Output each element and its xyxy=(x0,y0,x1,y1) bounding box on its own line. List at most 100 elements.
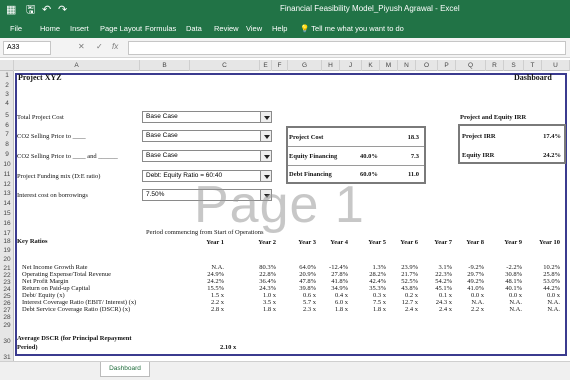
undo-icon[interactable]: ↶ xyxy=(42,3,51,17)
column-header[interactable]: Q xyxy=(456,60,486,71)
ratio-cell[interactable]: 24.3% xyxy=(242,285,276,292)
ratio-cell[interactable]: -9.2% xyxy=(450,264,484,271)
tab-insert[interactable]: Insert xyxy=(70,24,89,33)
ratio-cell[interactable]: 0.0 x xyxy=(488,292,522,299)
row-header[interactable]: 13 xyxy=(0,190,14,197)
column-header[interactable]: T xyxy=(524,60,542,71)
row-header[interactable]: 5 xyxy=(0,112,14,119)
co2-price-2-dropdown[interactable]: Base Case xyxy=(142,150,272,162)
ratio-cell[interactable]: 0.2 x xyxy=(384,292,418,299)
select-all-corner[interactable] xyxy=(0,60,14,71)
ratio-cell[interactable]: 41.0% xyxy=(450,285,484,292)
ratio-cell[interactable]: 43.8% xyxy=(384,285,418,292)
ratio-cell[interactable]: 52.5% xyxy=(384,278,418,285)
ratio-cell[interactable]: 45.1% xyxy=(418,285,452,292)
ratio-cell[interactable]: 53.0% xyxy=(526,278,560,285)
ratio-cell[interactable]: 0.4 x xyxy=(314,292,348,299)
ratio-cell[interactable]: 1.0 x xyxy=(242,292,276,299)
ratio-cell[interactable]: 39.8% xyxy=(282,285,316,292)
chevron-down-icon[interactable] xyxy=(260,111,272,123)
ratio-cell[interactable]: 24.9% xyxy=(190,271,224,278)
tab-home[interactable]: Home xyxy=(40,24,60,33)
ratio-cell[interactable]: 1.3% xyxy=(352,264,386,271)
formula-input[interactable] xyxy=(128,41,566,55)
ratio-cell[interactable]: 7.5 x xyxy=(352,299,386,306)
row-header[interactable]: 19 xyxy=(0,247,14,254)
column-header[interactable]: R xyxy=(486,60,504,71)
row-header[interactable]: 7 xyxy=(0,131,14,138)
ratio-cell[interactable]: 24.3 x xyxy=(418,299,452,306)
ratio-cell[interactable]: 0.0 x xyxy=(526,292,560,299)
ratio-cell[interactable]: -12.4% xyxy=(314,264,348,271)
row-header[interactable]: 4 xyxy=(0,100,14,107)
column-header[interactable]: N xyxy=(398,60,416,71)
ratio-cell[interactable]: 42.4% xyxy=(352,278,386,285)
row-header[interactable]: 1 xyxy=(0,72,14,79)
co2-price-1-dropdown[interactable]: Base Case xyxy=(142,130,272,142)
ratio-cell[interactable]: 0.1 x xyxy=(418,292,452,299)
ratio-cell[interactable]: 47.8% xyxy=(282,278,316,285)
ratio-cell[interactable]: 80.3% xyxy=(242,264,276,271)
ratio-cell[interactable]: 48.1% xyxy=(488,278,522,285)
row-header[interactable]: 14 xyxy=(0,200,14,207)
row-header[interactable]: 11 xyxy=(0,171,14,178)
tab-file[interactable]: File xyxy=(10,24,22,33)
column-header[interactable]: S xyxy=(504,60,524,71)
tab-formulas[interactable]: Formulas xyxy=(145,24,176,33)
ratio-cell[interactable]: N.A. xyxy=(526,306,560,313)
ratio-cell[interactable]: 23.9% xyxy=(384,264,418,271)
row-header[interactable]: 2 xyxy=(0,82,14,89)
ratio-cell[interactable]: N.A. xyxy=(450,299,484,306)
ratio-cell[interactable]: 0.6 x xyxy=(282,292,316,299)
row-header[interactable]: 8 xyxy=(0,141,14,148)
ratio-cell[interactable]: 2.2 x xyxy=(450,306,484,313)
row-header[interactable]: 9 xyxy=(0,151,14,158)
ratio-cell[interactable]: 54.2% xyxy=(418,278,452,285)
column-header[interactable]: P xyxy=(438,60,456,71)
ratio-cell[interactable]: 15.5% xyxy=(190,285,224,292)
column-header[interactable]: B xyxy=(140,60,190,71)
save-icon[interactable]: 🖫 xyxy=(26,3,35,17)
ratio-cell[interactable]: 20.9% xyxy=(282,271,316,278)
column-header[interactable]: F xyxy=(272,60,288,71)
ratio-cell[interactable]: 12.7 x xyxy=(384,299,418,306)
chevron-down-icon[interactable] xyxy=(260,150,272,162)
ratio-cell[interactable]: 1.8 x xyxy=(314,306,348,313)
worksheet-grid[interactable]: Project XYZ Dashboard Total Project Cost… xyxy=(14,71,570,361)
ratio-cell[interactable]: 25.8% xyxy=(526,271,560,278)
tell-me-search[interactable]: 💡 Tell me what you want to do xyxy=(300,24,404,33)
ratio-cell[interactable]: 6.0 x xyxy=(314,299,348,306)
row-header[interactable]: 31 xyxy=(0,354,14,361)
row-header[interactable]: 15 xyxy=(0,210,14,217)
ratio-cell[interactable]: 41.8% xyxy=(314,278,348,285)
row-header[interactable]: 26 xyxy=(0,300,14,307)
column-header[interactable]: A xyxy=(14,60,140,71)
tab-help[interactable]: Help xyxy=(272,24,287,33)
ratio-cell[interactable]: 3.5 x xyxy=(242,299,276,306)
row-header[interactable]: 3 xyxy=(0,91,14,98)
row-header[interactable]: 24 xyxy=(0,286,14,293)
chevron-down-icon[interactable] xyxy=(260,130,272,142)
ratio-cell[interactable]: -2.2% xyxy=(488,264,522,271)
row-header[interactable]: 28 xyxy=(0,314,14,321)
ratio-cell[interactable]: 40.1% xyxy=(488,285,522,292)
row-header[interactable]: 6 xyxy=(0,122,14,129)
ratio-cell[interactable]: 34.9% xyxy=(314,285,348,292)
ratio-cell[interactable]: 29.7% xyxy=(450,271,484,278)
ratio-cell[interactable]: N.A. xyxy=(190,264,224,271)
ratio-cell[interactable]: 10.2% xyxy=(526,264,560,271)
row-header[interactable]: 17 xyxy=(0,230,14,237)
ratio-cell[interactable]: 0.0 x xyxy=(450,292,484,299)
ratio-cell[interactable]: 36.4% xyxy=(242,278,276,285)
ratio-cell[interactable]: 1.8 x xyxy=(242,306,276,313)
column-header[interactable]: H xyxy=(322,60,340,71)
project-cost-dropdown[interactable]: Base Case xyxy=(142,111,272,123)
row-header[interactable]: 21 xyxy=(0,265,14,272)
ratio-cell[interactable]: 22.3% xyxy=(418,271,452,278)
insert-function-icon[interactable]: fx xyxy=(112,42,118,51)
row-header[interactable]: 30 xyxy=(0,338,14,345)
row-header[interactable]: 23 xyxy=(0,279,14,286)
ratio-cell[interactable]: 30.8% xyxy=(488,271,522,278)
column-header[interactable]: M xyxy=(380,60,398,71)
ratio-cell[interactable]: 28.2% xyxy=(352,271,386,278)
